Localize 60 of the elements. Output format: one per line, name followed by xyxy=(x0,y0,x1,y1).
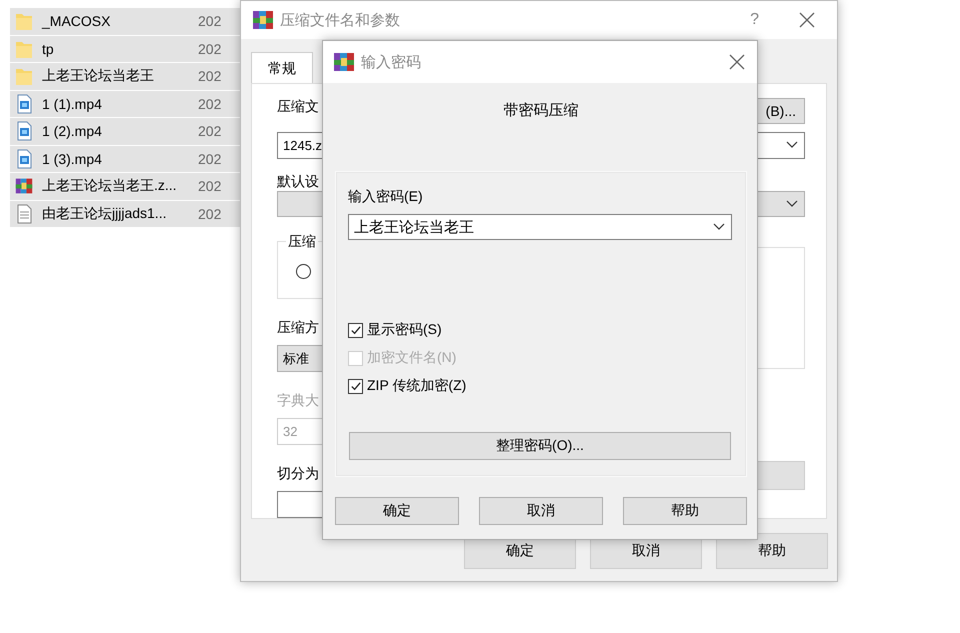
checkbox-label: 加密文件名(N) xyxy=(367,349,456,367)
check-icon xyxy=(350,324,362,336)
field-value: 32 xyxy=(283,424,298,439)
tab[interactable]: 常规 xyxy=(251,52,313,83)
text-file-icon xyxy=(15,204,33,224)
file-name: 1 (1).mp4 xyxy=(42,96,103,112)
caret-icon xyxy=(786,200,798,208)
file-date: 202 xyxy=(198,96,222,112)
file-name: _MACOSX xyxy=(42,13,112,30)
dialog-button[interactable]: 帮助 xyxy=(623,497,747,525)
group-label: 压缩 xyxy=(286,233,318,251)
window-title: 输入密码 xyxy=(361,52,422,72)
checkbox-label: ZIP 传统加密(Z) xyxy=(367,377,466,395)
file-date: 202 xyxy=(198,68,222,84)
file-name: 由老王论坛jjjjads1... xyxy=(42,204,168,223)
dialog-button[interactable]: 取消 xyxy=(479,497,603,525)
field-label: 压缩方 xyxy=(277,319,319,337)
video-file-icon xyxy=(15,94,33,114)
video-file-icon xyxy=(15,121,33,142)
archive-icon xyxy=(333,51,355,73)
dialog-heading: 带密码压缩 xyxy=(502,101,580,121)
check-icon xyxy=(350,380,362,392)
video-file-icon xyxy=(15,148,33,169)
checkbox[interactable] xyxy=(348,322,363,338)
close-icon xyxy=(799,12,815,28)
file-date: 202 xyxy=(198,150,222,167)
file-name: tp xyxy=(42,40,55,57)
file-name: 上老王论坛当老王.z... xyxy=(42,177,178,196)
window-title: 压缩文件名和参数 xyxy=(280,10,401,30)
field-value: 标准 xyxy=(283,350,309,368)
file-date: 202 xyxy=(198,40,222,57)
field-label: 压缩文 xyxy=(277,98,319,116)
folder-icon xyxy=(15,66,33,86)
dialog-button[interactable]: 确定 xyxy=(335,497,459,525)
archive-icon xyxy=(252,9,274,31)
password-field[interactable]: 上老王论坛当老王 xyxy=(348,214,732,240)
file-date: 202 xyxy=(198,178,222,194)
caret-icon xyxy=(713,223,725,231)
radio-button[interactable] xyxy=(296,264,311,279)
file-name: 1 (3).mp4 xyxy=(42,150,103,167)
field-label: 字典大 xyxy=(277,392,319,410)
help-button[interactable]: ? xyxy=(750,11,759,29)
file-name: 上老王论坛当老王 xyxy=(42,67,155,86)
archive-icon xyxy=(15,176,33,196)
field-label: 切分为 xyxy=(277,465,319,483)
checkbox-label: 显示密码(S) xyxy=(367,321,442,339)
field-label: 默认设 xyxy=(277,172,319,190)
field-label: 输入密码(E) xyxy=(348,188,423,206)
file-date: 202 xyxy=(198,123,222,140)
dialog-button[interactable]: 帮助 xyxy=(716,533,828,569)
file-date: 202 xyxy=(198,206,222,222)
close-icon xyxy=(729,54,745,70)
field-value: 上老王论坛当老王 xyxy=(354,218,474,236)
file-name: 1 (2).mp4 xyxy=(42,123,103,140)
field-value: 1245.z xyxy=(283,138,322,153)
organize-button[interactable]: 整理密码(O)... xyxy=(349,432,731,460)
caret-icon xyxy=(786,141,798,150)
folder-icon xyxy=(15,11,33,32)
checkbox[interactable] xyxy=(348,378,363,394)
file-date: 202 xyxy=(198,13,222,30)
